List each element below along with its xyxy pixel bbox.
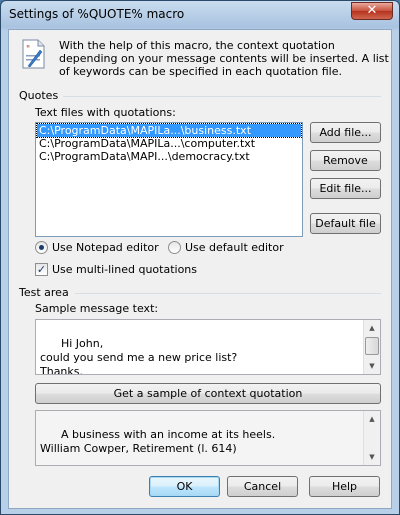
cancel-button[interactable]: Cancel bbox=[227, 476, 298, 497]
svg-text:": " bbox=[26, 45, 30, 55]
add-file-button[interactable]: Add file... bbox=[310, 122, 381, 143]
quotation-files-list[interactable]: C:\ProgramData\MAPILa...\business.txt C:… bbox=[35, 122, 303, 237]
quotes-divider bbox=[63, 96, 381, 97]
test-area-group-label: Test area bbox=[19, 286, 73, 299]
notepad-editor-label[interactable]: Use Notepad editor bbox=[52, 241, 159, 254]
multiline-checkbox[interactable]: ✓ bbox=[35, 263, 48, 276]
test-area-divider bbox=[75, 293, 381, 294]
list-item[interactable]: C:\ProgramData\MAPILa...\business.txt bbox=[36, 123, 302, 138]
dialog-client: " With the help of this macro, the conte… bbox=[8, 29, 392, 509]
quotation-result-text: A business with an income at its heels. … bbox=[40, 428, 276, 455]
quotes-group-label: Quotes bbox=[19, 89, 63, 102]
default-editor-label[interactable]: Use default editor bbox=[185, 241, 284, 254]
default-editor-radio[interactable] bbox=[168, 241, 181, 254]
sample-message-text: Hi John, could you send me a new price l… bbox=[40, 337, 238, 375]
scroll-thumb[interactable] bbox=[365, 337, 379, 355]
ok-button[interactable]: OK bbox=[149, 476, 220, 497]
list-item[interactable]: C:\ProgramData\MAPI...\democracy.txt bbox=[37, 150, 301, 163]
result-scrollbar[interactable]: ▲ ▼ bbox=[363, 411, 380, 465]
sample-message-scrollbar[interactable]: ▲ ▼ bbox=[363, 320, 380, 374]
checkmark-icon: ✓ bbox=[36, 263, 47, 276]
scroll-up-icon[interactable]: ▲ bbox=[364, 411, 380, 427]
list-item[interactable]: C:\ProgramData\MAPILa...\computer.txt bbox=[37, 137, 301, 150]
help-button[interactable]: Help bbox=[309, 476, 380, 497]
intro-text: With the help of this macro, the context… bbox=[59, 39, 389, 78]
quote-document-icon: " bbox=[22, 39, 45, 69]
files-label: Text files with quotations: bbox=[35, 106, 176, 119]
close-button[interactable]: ✕ bbox=[351, 2, 393, 20]
quotation-result-output: A business with an income at its heels. … bbox=[35, 410, 381, 466]
remove-button[interactable]: Remove bbox=[310, 150, 381, 171]
notepad-editor-radio[interactable] bbox=[35, 241, 48, 254]
scroll-down-icon[interactable]: ▼ bbox=[364, 358, 380, 374]
get-sample-button[interactable]: Get a sample of context quotation bbox=[35, 383, 381, 404]
multiline-label[interactable]: Use multi-lined quotations bbox=[52, 263, 197, 276]
settings-window: Settings of %QUOTE% macro ✕ " With the h… bbox=[0, 0, 400, 515]
edit-file-button[interactable]: Edit file... bbox=[310, 178, 381, 199]
sample-message-input[interactable]: Hi John, could you send me a new price l… bbox=[35, 319, 381, 375]
default-file-button[interactable]: Default file bbox=[310, 213, 381, 234]
title-bar[interactable]: Settings of %QUOTE% macro ✕ bbox=[1, 1, 399, 29]
scroll-down-icon[interactable]: ▼ bbox=[364, 449, 380, 465]
scroll-up-icon[interactable]: ▲ bbox=[364, 320, 380, 336]
sample-message-label: Sample message text: bbox=[35, 302, 159, 315]
close-icon: ✕ bbox=[366, 3, 378, 18]
window-title: Settings of %QUOTE% macro bbox=[9, 7, 185, 21]
